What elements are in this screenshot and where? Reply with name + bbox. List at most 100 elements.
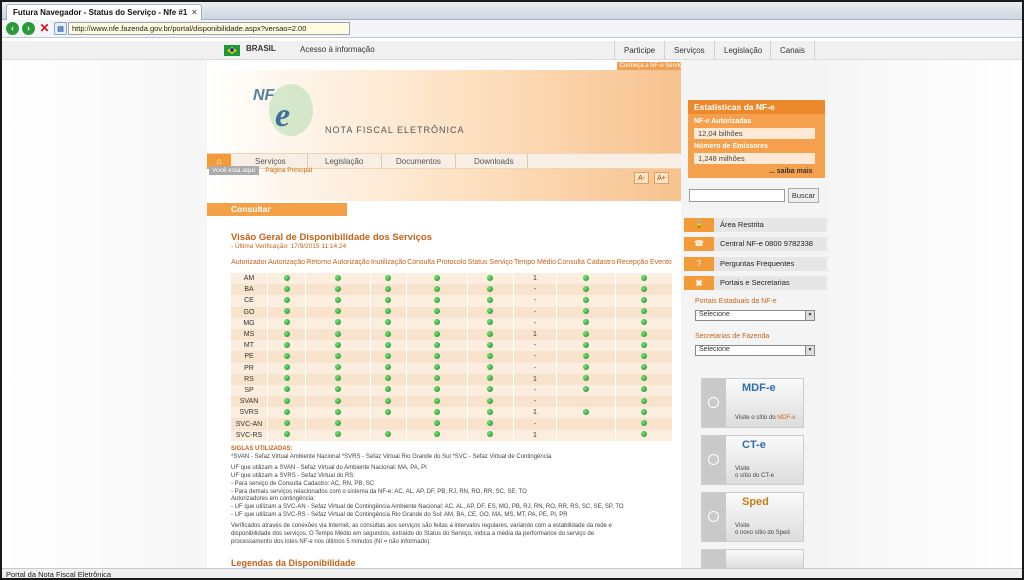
perguntas-frequentes-link[interactable]: ? Perguntas Frequentes <box>684 257 827 271</box>
status-cell <box>615 328 673 341</box>
status-cell <box>406 317 468 329</box>
status-cell <box>267 295 307 307</box>
column-header: Status Serviço <box>467 253 514 273</box>
menu-legislacao[interactable]: Legislação <box>325 157 363 166</box>
acesso-informacao-link[interactable]: Acesso à informação <box>300 45 375 54</box>
page-icon[interactable]: ▤ <box>54 22 67 35</box>
svg-text:e: e <box>275 97 290 134</box>
browser-tab[interactable]: Futura Navegador - Status do Serviço - N… <box>6 4 202 20</box>
tempo-medio-cell: 1 <box>513 328 558 341</box>
green-status-icon <box>385 431 392 438</box>
green-status-icon <box>487 352 494 359</box>
autorizador-cell: MS <box>231 328 268 341</box>
tab-bar: Futura Navegador - Status do Serviço - N… <box>2 2 1022 20</box>
area-restrita-link[interactable]: 🔒 Área Restrita <box>684 218 827 232</box>
green-status-icon <box>433 308 440 315</box>
table-row: SVC-RS 1 <box>231 429 673 441</box>
autorizador-cell: CE <box>231 295 268 307</box>
close-tab-icon[interactable]: × <box>192 7 197 17</box>
nfe-logo[interactable]: NF e <box>247 78 321 138</box>
green-status-icon <box>583 285 590 292</box>
status-cell <box>467 328 514 341</box>
column-header: Autorizador <box>231 253 268 273</box>
portais-secretarias-link[interactable]: ▣ Portais e Secretarias <box>684 276 827 290</box>
status-cell <box>615 317 673 329</box>
table-row: BA - <box>231 284 673 296</box>
status-cell <box>556 306 617 318</box>
brasil-link[interactable]: BRASIL <box>246 44 276 53</box>
portais-select-value: Selecione <box>699 311 730 318</box>
column-header: Consulta Protocolo <box>406 253 468 273</box>
tempo-medio-cell: - <box>513 396 558 408</box>
tempo-medio-cell: - <box>513 295 558 307</box>
stop-icon[interactable]: ✕ <box>38 22 51 35</box>
central-nfe-link[interactable]: ☎ Central NF-e 0800 9782338 <box>684 237 827 251</box>
font-increase-button[interactable]: A+ <box>654 172 669 184</box>
green-status-icon <box>433 330 440 337</box>
sped-banner[interactable]: Sped Visite o novo sítio do Sped <box>701 492 804 542</box>
search-input[interactable] <box>689 189 785 202</box>
portais-select[interactable]: Selecione ▼ <box>695 310 815 321</box>
tempo-medio-cell: - <box>513 351 558 363</box>
status-cell <box>370 418 408 430</box>
green-status-icon <box>641 364 648 371</box>
table-row: SVRS 1 <box>231 407 673 419</box>
green-status-icon <box>335 319 341 326</box>
gov-link-participe[interactable]: Participe <box>614 41 664 60</box>
outer-margin-right <box>829 60 1022 568</box>
saiba-mais-link[interactable]: ... saiba mais <box>769 168 813 175</box>
status-cell <box>467 273 514 285</box>
green-status-icon <box>335 375 341 382</box>
cte-banner[interactable]: CT-e Visite o sítio do CT-e <box>701 435 804 485</box>
breadcrumb-page[interactable]: Página Principal <box>265 167 312 174</box>
green-status-icon <box>583 352 590 359</box>
status-cell <box>406 362 468 374</box>
autorizador-cell: MG <box>231 317 268 329</box>
status-cell <box>267 384 307 397</box>
green-status-icon <box>433 397 440 404</box>
table-row: SVC-AN - <box>231 418 673 430</box>
address-bar[interactable]: http://www.nfe.fazenda.gov.br/portal/dis… <box>68 22 350 35</box>
green-status-icon <box>433 408 440 415</box>
phone-icon: ☎ <box>684 237 714 251</box>
table-row: SP - <box>231 384 673 397</box>
status-cell <box>406 384 468 397</box>
back-icon[interactable]: ‹ <box>6 22 19 35</box>
status-cell <box>267 429 307 441</box>
menu-servicos[interactable]: Serviços <box>255 157 286 166</box>
font-decrease-button[interactable]: A- <box>634 172 649 184</box>
area-restrita-label: Área Restrita <box>720 220 764 229</box>
status-cell <box>370 362 408 374</box>
status-cell <box>370 384 408 397</box>
status-cell <box>615 384 673 397</box>
status-cell <box>305 340 371 352</box>
autorizador-cell: RS <box>231 373 268 385</box>
menu-documentos[interactable]: Documentos <box>396 157 441 166</box>
green-status-icon <box>641 420 648 427</box>
status-cell <box>305 384 371 397</box>
status-cell <box>556 284 617 296</box>
autorizador-cell: SP <box>231 384 268 397</box>
note-paragraph: processamento dos lotes NF-e nos últimos… <box>231 538 431 545</box>
green-status-icon <box>433 285 440 292</box>
menu-downloads[interactable]: Downloads <box>474 157 514 166</box>
search-button[interactable]: Buscar <box>788 188 819 203</box>
green-status-icon <box>335 274 341 281</box>
portais-label: Portais e Secretarias <box>720 278 790 287</box>
secretarias-select[interactable]: Selecione ▼ <box>695 345 815 356</box>
green-status-icon <box>433 375 440 382</box>
more-banner[interactable] <box>701 549 804 569</box>
forward-icon[interactable]: › <box>22 22 35 35</box>
brazil-flag-icon <box>224 45 240 56</box>
green-status-icon <box>283 296 290 303</box>
gov-link-canais[interactable]: Canais <box>770 41 815 60</box>
mdfe-mark: MDF-e <box>742 382 776 394</box>
status-cell <box>406 340 468 352</box>
mdfe-banner[interactable]: MDF-e Visite o sítio do MDF-e <box>701 378 804 428</box>
status-cell <box>305 407 371 419</box>
gov-link-legislacao[interactable]: Legislação <box>714 41 771 60</box>
tempo-medio-cell: 1 <box>513 407 558 419</box>
banner-text: Visite <box>735 466 750 472</box>
gov-link-servicos[interactable]: Serviços <box>664 41 714 60</box>
green-status-icon <box>385 308 392 315</box>
